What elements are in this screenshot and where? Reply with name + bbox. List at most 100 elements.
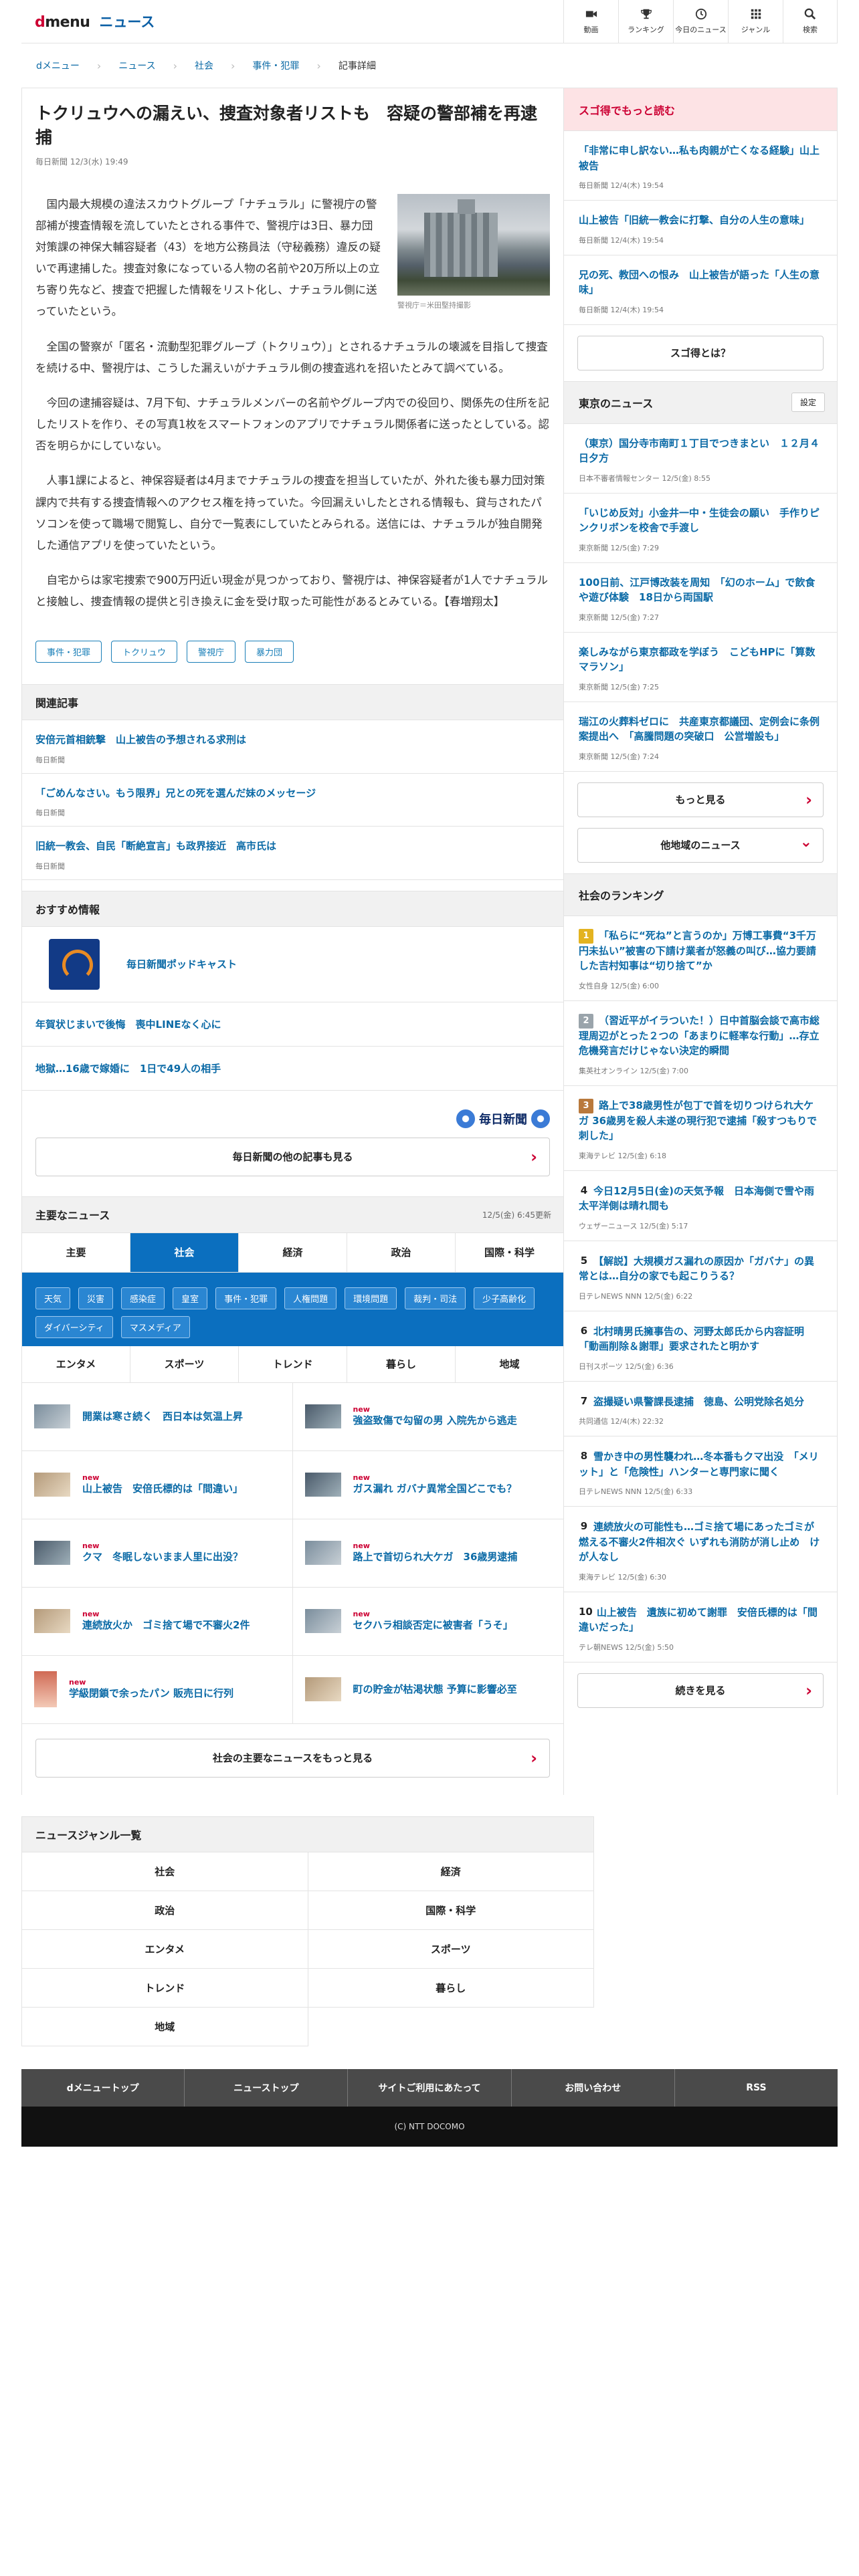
footer-rss[interactable]: RSS [675,2069,838,2107]
article-figure[interactable]: 警視庁＝米田堅持撮影 [397,193,550,312]
tab-entertainment[interactable]: エンタメ [22,1346,130,1382]
ranking-source: テレ朝NEWS 12/5(金) 5:50 [579,1642,674,1652]
subcat-crime[interactable]: 事件・犯罪 [215,1287,277,1309]
article-photo[interactable] [397,193,550,296]
tag-mpd[interactable]: 警視庁 [187,641,236,663]
genre-sports[interactable]: スポーツ [308,1929,594,1969]
ranking-item[interactable]: 6 北村晴男氏擁事告の、河野太郎氏から内容証明「動画削除＆謝罪」要求されたと明かす… [564,1311,837,1382]
tab-economy[interactable]: 経済 [239,1232,347,1272]
region-setting-button[interactable]: 設定 [791,393,825,412]
related-item[interactable]: 安倍元首相銃撃 山上被告の予想される求刑は 毎日新聞 [22,720,563,774]
sugotoku-item[interactable]: 「非常に申し訳ない…私も肉親が亡くなる経験」山上被告 毎日新聞 12/4(木) … [564,131,837,201]
ranking-item[interactable]: 3 路上で38歳男性が包丁で首を切りつけられ大ケガ 36歳男を殺人未遂の現行犯で逮… [564,1086,837,1171]
news-item[interactable]: new 学級閉鎖で余ったパン 販売日に行列 [22,1655,293,1724]
subcat-weather[interactable]: 天気 [35,1287,71,1309]
ranking-item[interactable]: 1 「私らに“死ね”と言うのか」万博工事費“3千万円未払い”被害の下請け業者が怒義… [564,916,837,1001]
ranking-more-button[interactable]: 続きを見る [577,1673,824,1708]
tab-international[interactable]: 国際・科学 [456,1233,563,1272]
recommended-link[interactable]: 地獄…16歳で嫁婚に 1日で49人の相手 [22,1047,563,1091]
genre-politics[interactable]: 政治 [22,1891,308,1930]
sugotoku-item[interactable]: 山上被告「旧統一教会に打撃、自分の人生の意味」 毎日新聞 12/4(木) 19:… [564,201,837,255]
tag-tokuryu[interactable]: トクリュウ [111,641,178,663]
breadcrumb-dmenu[interactable]: dメニュー [36,59,80,72]
sugotoku-item[interactable]: 兄の死、教団への恨み 山上被告が語った「人生の意味」 毎日新聞 12/4(木) … [564,255,837,325]
podcast-link[interactable]: 毎日新聞ポッドキャスト [22,927,563,1002]
news-item[interactable]: 町の貯金が枯渇状態 予算に影響必至 [292,1656,563,1724]
subcat-diversity[interactable]: ダイバーシティ [35,1315,113,1338]
ranking-item[interactable]: 10 山上被告 遺族に初めて謝罪 安倍氏標的は「間違いだった」 テレ朝NEWS 1… [564,1592,837,1662]
footer-contact[interactable]: お問い合わせ [512,2068,675,2107]
tokyo-news-item[interactable]: 「いじめ反対」小金井一中・生徒会の願い 手作りピンクリボンを校舎で手渡し 東京新… [564,494,837,563]
new-badge: new [82,1541,100,1551]
tab-main[interactable]: 主要 [22,1232,130,1272]
tokyo-news-item[interactable]: 瑞江の火葬料ゼロに 共産東京都議団、定例会に条例案提出へ 「高騰問題の突破口 公… [564,702,837,772]
recommended-link[interactable]: 年賀状じまいで後悔 喪中LINEなく心に [22,1002,563,1047]
sugotoku-about-button[interactable]: スゴ得とは？ [577,335,824,370]
ranking-item[interactable]: 4 今日12月5日(金)の天気予報 日本海側で雪や雨 太平洋側は晴れ間も ウェザー… [564,1171,837,1241]
news-item[interactable]: new 連続放火か ゴミ捨て場で不審火2件 [22,1587,293,1656]
genre-society[interactable]: 社会 [22,1852,308,1891]
tokyo-more-button[interactable]: もっと見る [577,782,824,817]
subcat-court[interactable]: 裁判・司法 [405,1287,466,1309]
news-item[interactable]: new 路上で首切られ大ケガ 36歳男逮捕 [292,1519,563,1588]
rank-number: 6 [579,1323,589,1338]
other-region-button[interactable]: 他地域のニュース [577,827,824,863]
nav-search[interactable]: 検索 [783,0,838,43]
tokyo-news-item[interactable]: 100日前、江戸博改装を周知 「幻のホーム」で飲食や遊び体験 18日から両国駅 … [564,563,837,633]
rank-number: 10 [579,1604,593,1619]
genre-international[interactable]: 国際・科学 [308,1891,594,1930]
news-item[interactable]: new 山上被告 安倍氏標的は「間違い」 [22,1451,293,1519]
subcat-imperial[interactable]: 皇室 [173,1287,208,1309]
breadcrumb-crime[interactable]: 事件・犯罪 [252,59,299,72]
society-more-button[interactable]: 社会の主要なニュースをもっと見る [35,1738,550,1778]
tag-crime[interactable]: 事件・犯罪 [35,641,102,663]
nav-video[interactable]: 動画 [563,0,618,43]
subcat-infection[interactable]: 感染症 [121,1287,165,1309]
tab-region[interactable]: 地域 [456,1346,563,1382]
footer-news-top[interactable]: ニューストップ [185,2068,349,2107]
major-news-heading: 主要なニュース 12/5(金) 6:45更新 [22,1196,563,1232]
subcat-human-rights[interactable]: 人権問題 [284,1287,337,1309]
tab-trend[interactable]: トレンド [239,1346,347,1382]
nav-today[interactable]: 今日のニュース [673,0,728,43]
tokyo-news-item[interactable]: 楽しみながら東京都政を学ぼう こどもHPに「算数マラソン」 東京新聞 12/5(… [564,633,837,702]
nav-search-label: 検索 [803,25,818,34]
subcat-environment[interactable]: 環境問題 [345,1287,397,1309]
footer-terms[interactable]: サイトご利用にあたって [348,2068,512,2107]
breadcrumb-society[interactable]: 社会 [195,59,213,72]
nav-genre[interactable]: ジャンル [728,0,783,43]
ranking-item[interactable]: 9 連続放火の可能性も…ゴミ捨て場にあったゴミが燃える不審火2件相次ぐ いずれも消… [564,1507,837,1592]
genre-entertainment[interactable]: エンタメ [22,1929,308,1969]
news-item[interactable]: new クマ 冬眠しないまま人里に出没？ [22,1519,293,1588]
nav-ranking[interactable]: ランキング [618,0,673,43]
ranking-item[interactable]: 8 雪かき中の男性襲われ…冬本番もクマ出没 「メリット」と「危険性」ハンターと専門… [564,1436,837,1507]
genre-economy[interactable]: 経済 [308,1852,594,1891]
related-item[interactable]: 旧統一教会、自民「断絶宣言」も政界接近 高市氏は 毎日新聞 [22,827,563,880]
tab-politics[interactable]: 政治 [347,1232,456,1272]
subcat-aging[interactable]: 少子高齢化 [474,1287,535,1309]
breadcrumb-news[interactable]: ニュース [118,59,155,72]
photo-caption: 警視庁＝米田堅持撮影 [397,300,471,310]
news-item[interactable]: new セクハラ相談否定に被害者「うそ」 [292,1588,563,1656]
tab-living[interactable]: 暮らし [347,1346,456,1382]
tab-sports[interactable]: スポーツ [130,1346,239,1382]
subcat-disaster[interactable]: 災害 [78,1287,114,1309]
ranking-item[interactable]: 2 （習近平がイラついた！）日中首脳会談で高市総理周辺がとった２つの「あまりに軽率… [564,1001,837,1086]
dmenu-news-logo[interactable]: dmenu ニュース [21,11,155,31]
genre-region[interactable]: 地域 [22,2007,308,2046]
subcat-mass-media[interactable]: マスメディア [120,1315,190,1338]
news-item[interactable]: new 強盗致傷で勾留の男 入院先から逃走 [292,1383,563,1451]
related-item[interactable]: 「ごめんなさい。もう限界」兄との死を選んだ妹のメッセージ 毎日新聞 [22,774,563,827]
genre-living[interactable]: 暮らし [308,1968,594,2008]
mainichi-more-button[interactable]: 毎日新聞の他の記事も見る [35,1137,550,1176]
tag-gang[interactable]: 暴力団 [245,641,294,663]
ranking-item[interactable]: 5 【解説】大規模ガス漏れの原因か「ガバナ」の異常とは…自分の家でも起こりうる？ … [564,1241,837,1311]
tab-society[interactable]: 社会 [130,1232,239,1272]
news-title: 学級閉鎖で余ったパン 販売日に行列 [69,1687,233,1700]
footer-dmenu-top[interactable]: dメニュートップ [21,2068,185,2107]
news-item[interactable]: 開業は寒さ続く 西日本は気温上昇 [22,1382,293,1451]
news-item[interactable]: new ガス漏れ ガバナ異常全国どこでも？ [292,1451,563,1519]
tokyo-news-item[interactable]: （東京）国分寺市南町１丁目でつきまとい １２月４日夕方 日本不審者情報センター … [564,424,837,494]
ranking-item[interactable]: 7 盗撮疑い県警課長逮捕 徳島、公明党除名処分 共同通信 12/4(木) 22:3… [564,1382,837,1436]
genre-trend[interactable]: トレンド [22,1968,308,2008]
